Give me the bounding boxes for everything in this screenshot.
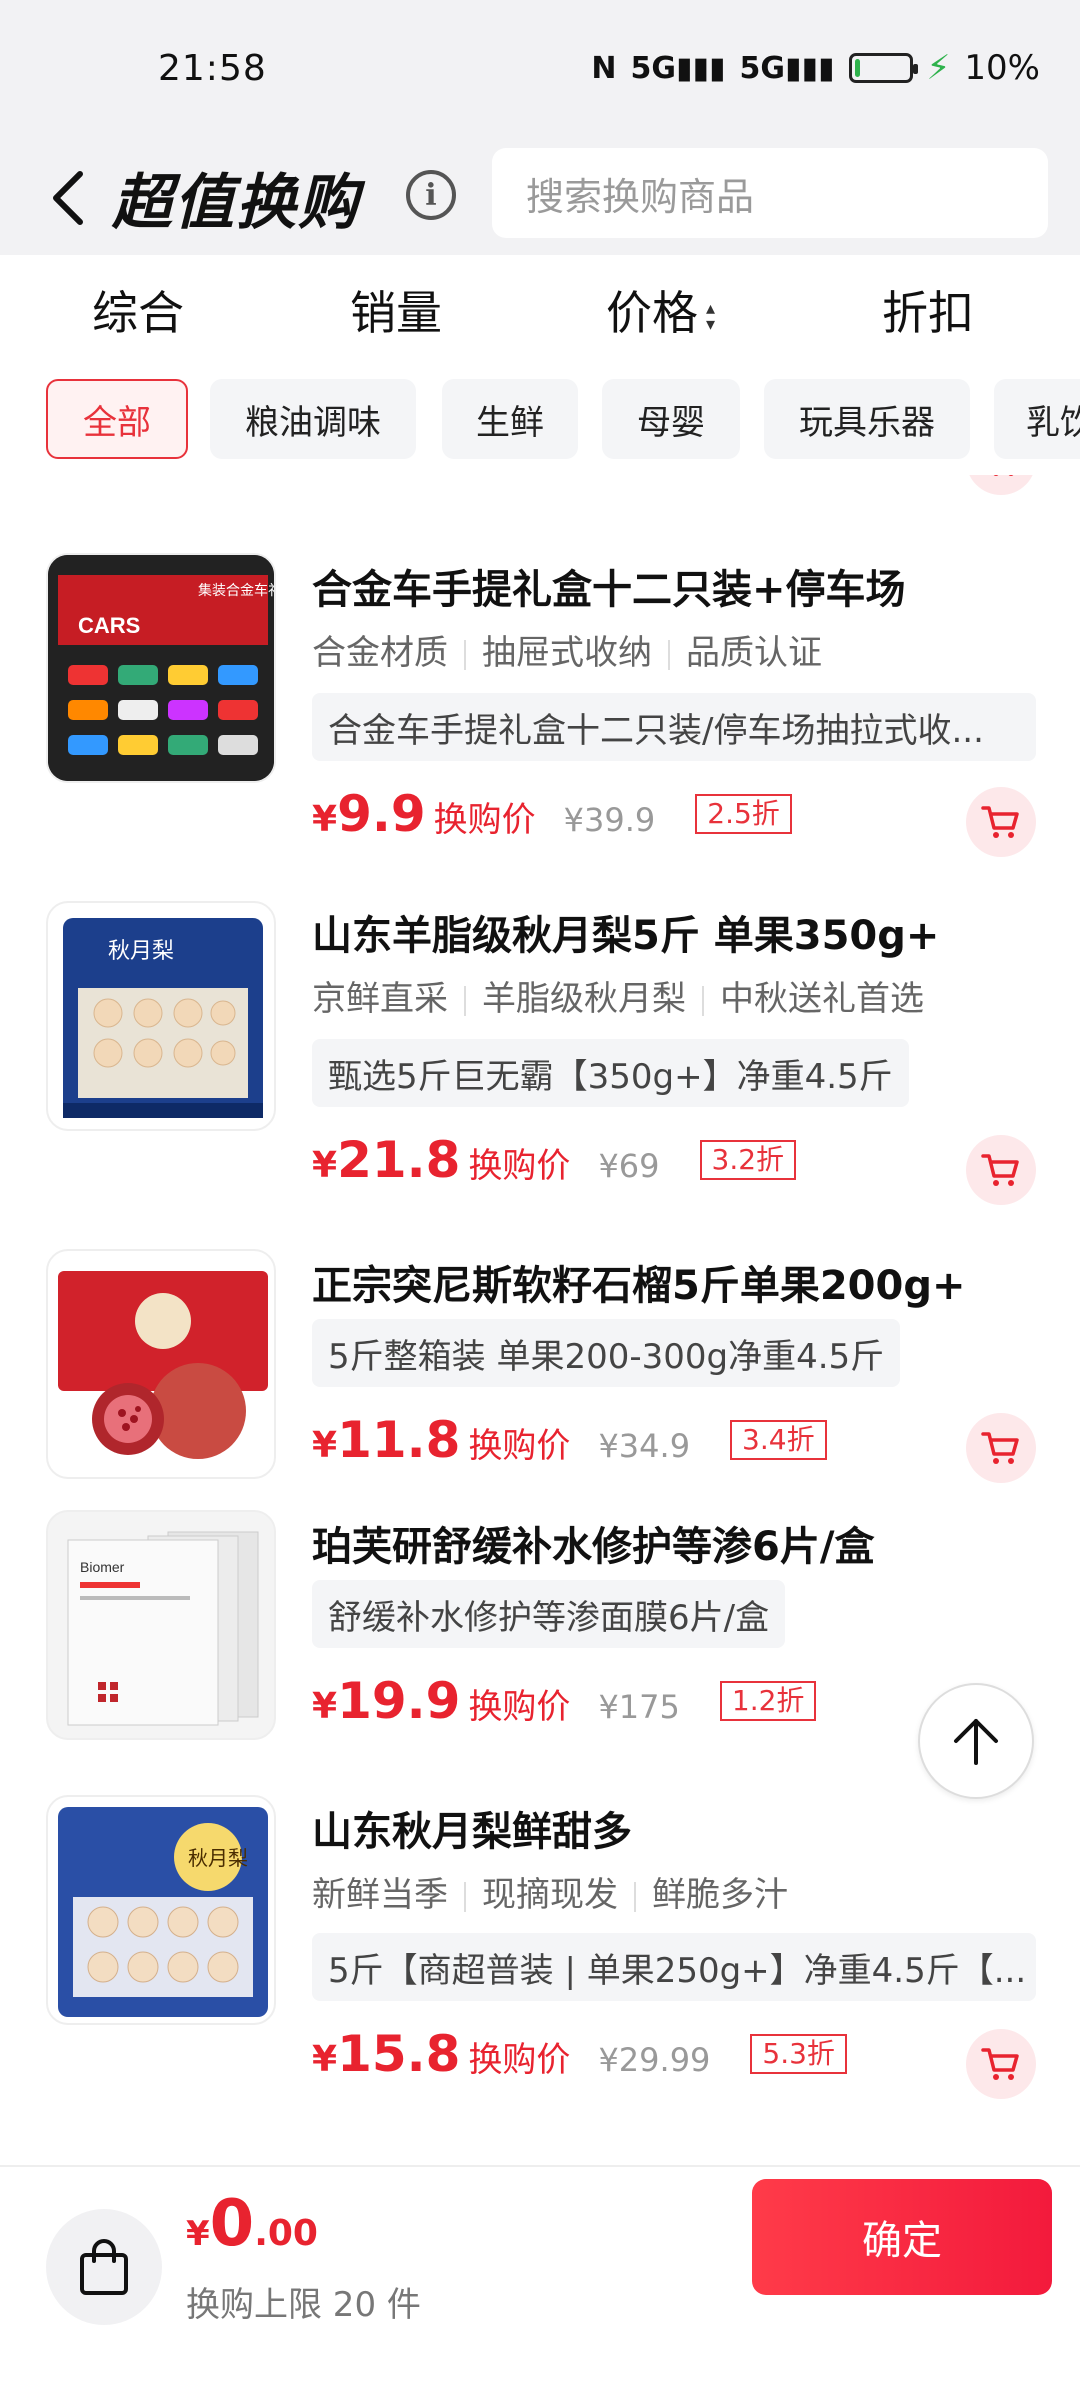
chip-dairy[interactable]: 乳饮 bbox=[994, 379, 1080, 459]
chip-baby[interactable]: 母婴 bbox=[602, 379, 740, 459]
sort-bar: 综合 销量 价格 ▴ ▾ 折扣 bbox=[0, 255, 1080, 375]
chip-all[interactable]: 全部 bbox=[46, 379, 188, 459]
product-image[interactable]: 秋月梨 bbox=[46, 901, 276, 1131]
back-button[interactable] bbox=[40, 168, 96, 228]
list-item[interactable]: 秋月梨 山东羊脂级秋月梨5斤 单果350g+ 京鲜直采 羊脂级秋月梨 中秋送礼首选 … bbox=[0, 825, 1080, 1205]
shopping-bag-button[interactable] bbox=[46, 2209, 162, 2325]
svg-text:CARS: CARS bbox=[78, 613, 140, 638]
chip-toys[interactable]: 玩具乐器 bbox=[764, 379, 970, 459]
chevron-left-icon bbox=[53, 171, 83, 225]
discount-badge: 1.2折 bbox=[719, 1681, 817, 1721]
page-title: 超值换购 bbox=[112, 168, 360, 238]
product-title: 山东秋月梨鲜甜多 bbox=[312, 1809, 632, 1855]
exchange-price-label: 换购价 bbox=[468, 2040, 571, 2080]
status-icons: N 5G▮▮▮ 5G▮▮▮ ⚡ 10% bbox=[591, 48, 1040, 88]
original-price: ¥29.99 bbox=[598, 2041, 711, 2079]
discount-badge: 3.2折 bbox=[699, 1140, 797, 1180]
list-item[interactable]: 正宗突尼斯软籽石榴5斤单果200g+ 5斤整箱装 单果200-300g净重4.5… bbox=[0, 1175, 1080, 1483]
product-title: 合金车手提礼盒十二只装+停车场 bbox=[312, 567, 906, 613]
status-bar: 21:58 N 5G▮▮▮ 5G▮▮▮ ⚡ 10% bbox=[0, 0, 1080, 140]
exchange-price: ¥19.9 bbox=[312, 1672, 461, 1730]
exchange-limit: 换购上限 20 件 bbox=[186, 2285, 421, 2325]
product-title: 珀芙研舒缓补水修护等渗6片/盒 bbox=[312, 1524, 875, 1570]
product-image[interactable] bbox=[46, 1249, 276, 1479]
svg-text:秋月梨: 秋月梨 bbox=[108, 939, 174, 964]
list-item[interactable]: 秋月梨 山东秋月梨鲜甜多 新鲜当季 现摘现发 鲜脆多汁 5斤【商超普装 | 单果25… bbox=[0, 1745, 1080, 2165]
sort-tab-price[interactable]: 价格 ▴ ▾ bbox=[606, 277, 715, 343]
sort-tab-comprehensive[interactable]: 综合 bbox=[92, 277, 184, 343]
chip-grain-oil[interactable]: 粮油调味 bbox=[210, 379, 416, 459]
product-desc: 合金车手提礼盒十二只装/停车场抽拉式收... bbox=[312, 693, 1036, 761]
product-desc: 甄选5斤巨无霸【350g+】净重4.5斤 bbox=[312, 1039, 909, 1107]
discount-badge: 5.3折 bbox=[750, 2034, 847, 2074]
category-chips: 全部 粮油调味 生鲜 母婴 玩具乐器 乳饮 bbox=[0, 375, 1080, 475]
product-image[interactable]: Biomer bbox=[46, 1510, 276, 1740]
product-tags: 新鲜当季 现摘现发 鲜脆多汁 bbox=[312, 1875, 788, 1915]
battery-icon bbox=[848, 53, 918, 83]
signal-icon-1: 5G▮▮▮ bbox=[630, 50, 726, 86]
status-time: 21:58 bbox=[158, 48, 267, 89]
bottom-bar: ¥0.00 换购上限 20 件 确定 bbox=[0, 2165, 1080, 2400]
product-image[interactable]: 秋月梨 bbox=[46, 1795, 276, 2025]
product-title: 正宗突尼斯软籽石榴5斤单果200g+ bbox=[312, 1263, 966, 1309]
list-item[interactable]: 集装合金车礼盒 CARS 合金车手提礼盒十二只装+停车场 合金材质抽屉式收纳品质… bbox=[0, 475, 1080, 857]
product-desc: 5斤【商超普装 | 单果250g+】净重4.5斤【... bbox=[312, 1933, 1036, 2001]
search-input[interactable]: 搜索换购商品 bbox=[492, 148, 1048, 238]
svg-text:Biomer: Biomer bbox=[80, 1559, 125, 1575]
product-list: 集装合金车礼盒 CARS 合金车手提礼盒十二只装+停车场 合金材质抽屉式收纳品质… bbox=[0, 475, 1080, 2165]
battery-percent: 10% bbox=[964, 48, 1040, 88]
cart-icon bbox=[981, 2048, 1019, 2080]
product-image[interactable]: 集装合金车礼盒 CARS bbox=[46, 553, 276, 783]
arrow-up-icon bbox=[954, 1719, 998, 1765]
product-tags: 京鲜直采 羊脂级秋月梨 中秋送礼首选 bbox=[312, 979, 924, 1019]
info-icon[interactable]: i bbox=[406, 170, 456, 220]
sort-arrows-icon: ▴ ▾ bbox=[706, 297, 716, 335]
add-to-cart-button[interactable] bbox=[966, 2029, 1036, 2099]
product-desc: 5斤整箱装 单果200-300g净重4.5斤 bbox=[312, 1319, 901, 1387]
svg-text:集装合金车礼盒: 集装合金车礼盒 bbox=[198, 582, 276, 598]
product-tags: 合金材质 抽屉式收纳 品质认证 bbox=[312, 633, 822, 673]
confirm-button[interactable]: 确定 bbox=[752, 2179, 1052, 2295]
exchange-price: ¥15.8 bbox=[312, 2025, 461, 2083]
sort-tab-discount[interactable]: 折扣 bbox=[882, 277, 974, 343]
chip-fresh[interactable]: 生鲜 bbox=[442, 379, 578, 459]
list-item[interactable]: Biomer 珀芙研舒缓补水修护等渗6片/盒 舒缓补水修护等渗面膜6片/盒 ¥1… bbox=[0, 1460, 1080, 1745]
price-row: ¥15.8 换购价 ¥29.99 5.3折 bbox=[312, 2025, 847, 2083]
nfc-icon: N bbox=[591, 50, 617, 86]
svg-text:秋月梨: 秋月梨 bbox=[188, 1846, 248, 1870]
sort-tab-sales[interactable]: 销量 bbox=[350, 277, 442, 343]
search-placeholder: 搜索换购商品 bbox=[526, 174, 755, 219]
shopping-bag-icon bbox=[80, 2239, 128, 2295]
scroll-to-top-button[interactable] bbox=[918, 1683, 1034, 1799]
product-desc: 舒缓补水修护等渗面膜6片/盒 bbox=[312, 1580, 786, 1648]
exchange-price-label: 换购价 bbox=[468, 1687, 571, 1727]
signal-icon-2: 5G▮▮▮ bbox=[739, 50, 835, 86]
original-price: ¥175 bbox=[598, 1688, 680, 1726]
discount-badge: 3.4折 bbox=[730, 1420, 827, 1460]
charging-icon: ⚡ bbox=[926, 48, 951, 88]
total-price: ¥0.00 bbox=[186, 2187, 318, 2261]
product-title: 山东羊脂级秋月梨5斤 单果350g+ bbox=[312, 913, 940, 959]
header: 超值换购 i 搜索换购商品 bbox=[0, 140, 1080, 255]
price-row: ¥19.9 换购价 ¥175 1.2折 bbox=[312, 1672, 817, 1730]
